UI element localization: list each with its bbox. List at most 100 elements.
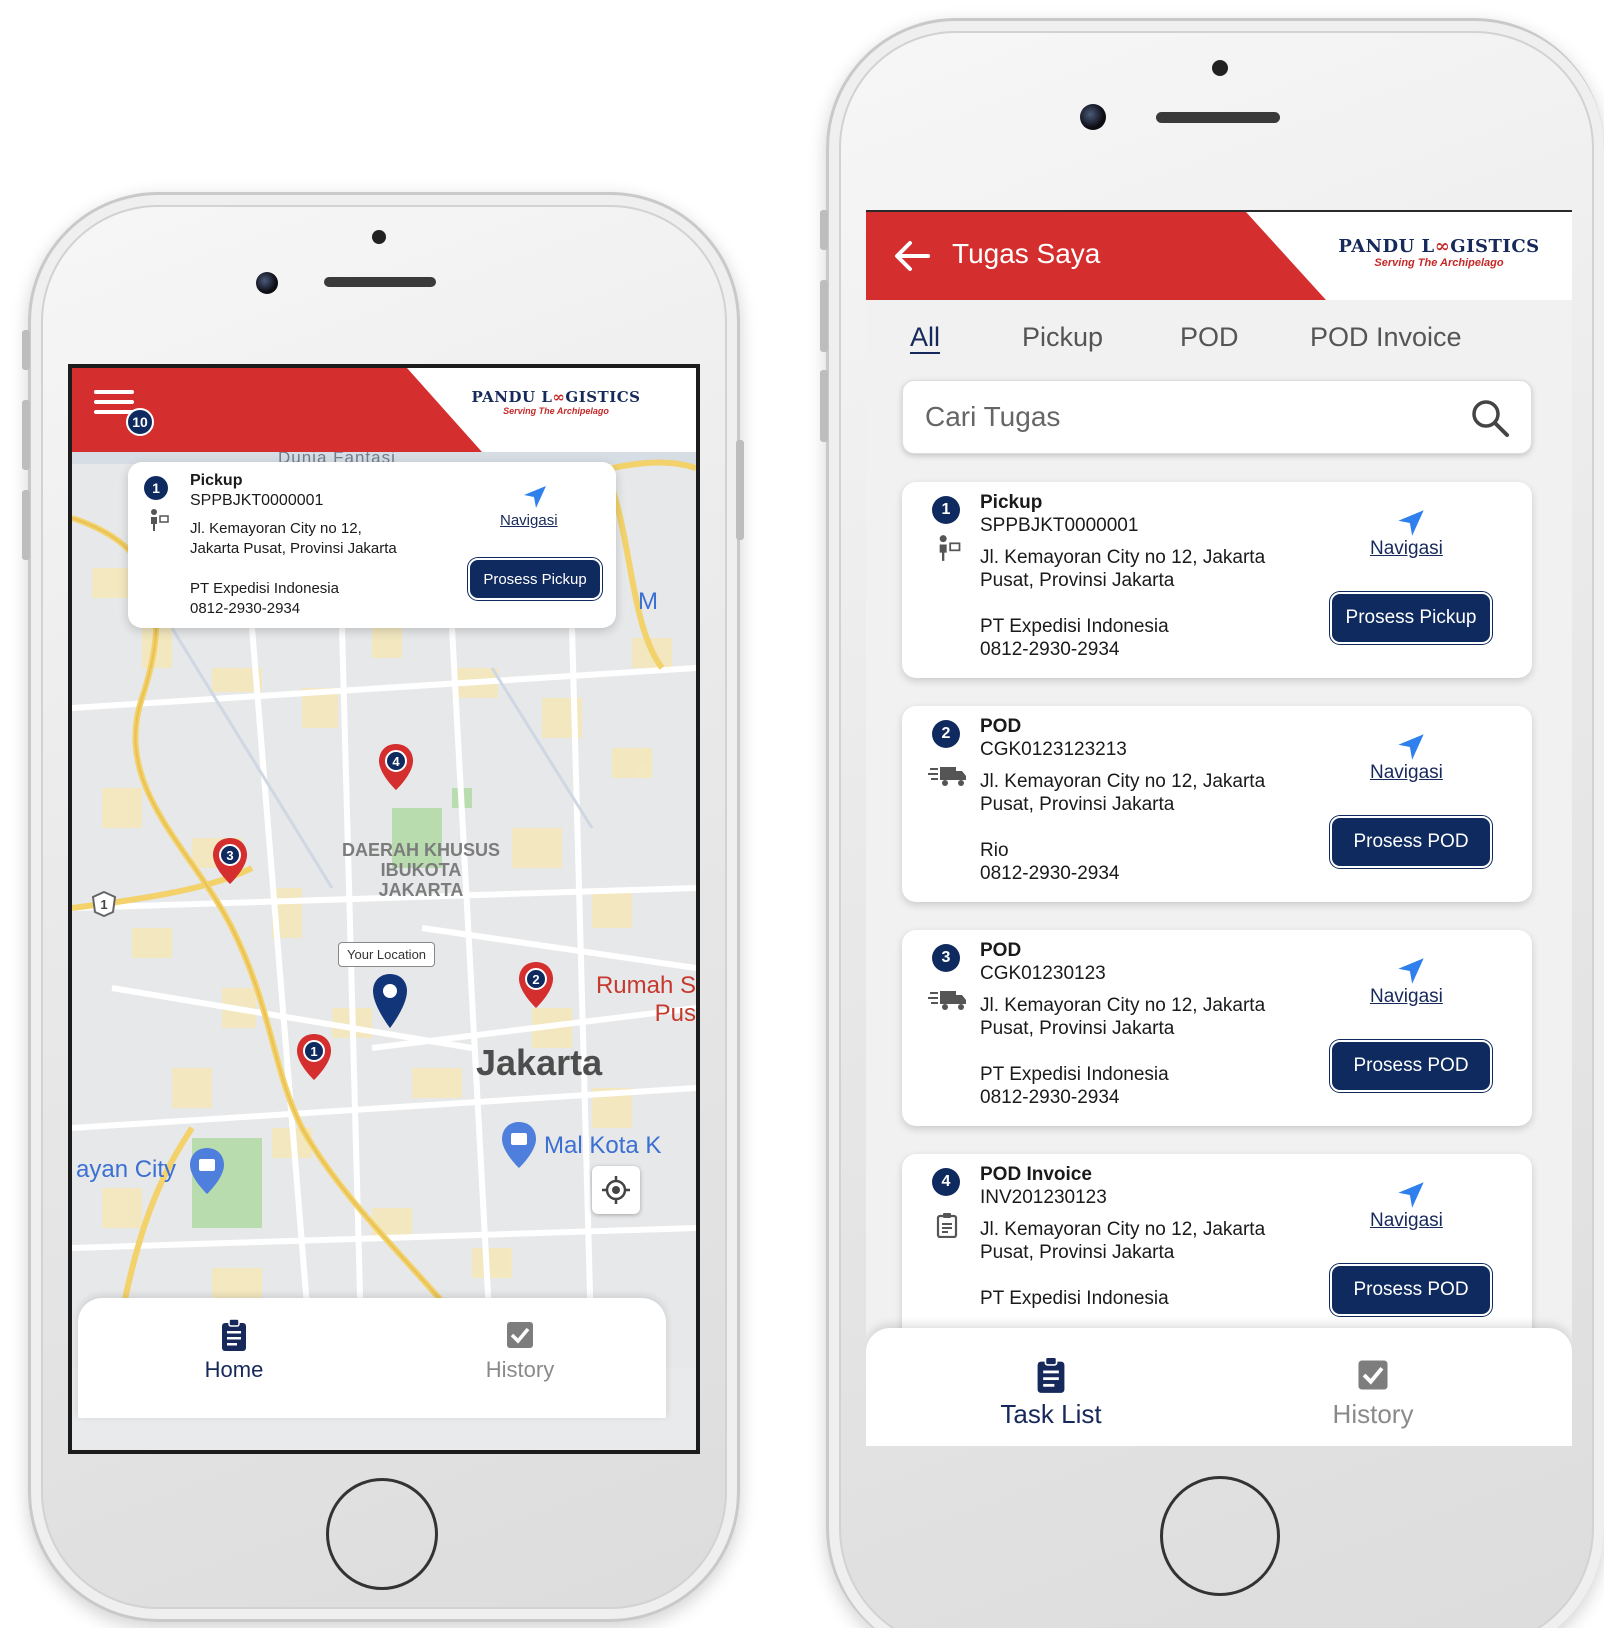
task-contact: PT Expedisi Indonesia — [980, 616, 1169, 637]
task-contact: PT Expedisi Indonesia — [980, 1288, 1169, 1309]
navigasi-link[interactable]: Navigasi — [500, 512, 558, 529]
navigation-arrow-icon[interactable] — [522, 484, 548, 510]
phone-camera — [1080, 104, 1106, 130]
pin-number: 1 — [310, 1044, 317, 1059]
my-location-button[interactable] — [592, 1166, 640, 1214]
navigasi-link[interactable]: Navigasi — [1370, 762, 1443, 784]
task-address-line: Jakarta Pusat, Provinsi Jakarta — [190, 540, 397, 557]
navigation-arrow-icon[interactable] — [1396, 732, 1426, 762]
invoice-clipboard-icon — [936, 1213, 958, 1238]
map-region-line: JAKARTA — [378, 880, 464, 900]
task-code: CGK0123123213 — [980, 739, 1127, 760]
phone-side-button — [22, 400, 30, 470]
map-poi-hospital: Rumah S Pus — [566, 972, 696, 1028]
task-number-badge: 1 — [144, 476, 168, 500]
navigasi-link[interactable]: Navigasi — [1370, 1210, 1443, 1232]
phone-sensor-dot — [372, 230, 386, 244]
phone-side-button — [736, 440, 744, 540]
logo-tagline: Serving The Archipelago — [1374, 257, 1504, 269]
task-number-badge: 3 — [932, 944, 960, 972]
menu-bar — [94, 390, 134, 394]
prosess-pod-button[interactable]: Prosess POD — [1330, 816, 1492, 868]
task-card[interactable]: 3 POD CGK01230123 Jl. Kemayoran City no … — [902, 930, 1532, 1126]
checkbox-icon — [507, 1322, 533, 1348]
nav-history[interactable]: History — [460, 1318, 580, 1383]
prosess-pod-button[interactable]: Prosess POD — [1330, 1040, 1492, 1092]
phone-speaker — [324, 277, 436, 287]
home-map-screen: Dunia Fantasi DAERAH KHUSUS IBUKOTA JAKA… — [68, 364, 700, 1454]
your-location-label: Your Location — [338, 942, 436, 967]
task-address-line: Jl. Kemayoran City no 12, Jakarta — [980, 1219, 1266, 1240]
logo-brand-part: PANDU L — [1338, 236, 1435, 257]
task-type: POD — [980, 716, 1022, 737]
task-address-line: Jl. Kemayoran City no 12, Jakarta — [980, 995, 1266, 1016]
logo-brand-part: PANDU L — [471, 388, 553, 406]
nav-history-label: History — [1332, 1399, 1414, 1429]
task-filter-tabs: All Pickup POD POD Invoice — [866, 322, 1572, 368]
delivery-truck-icon — [928, 767, 966, 786]
task-address-line: Pusat, Provinsi Jakarta — [980, 1018, 1175, 1039]
task-contact: PT Expedisi Indonesia — [980, 1064, 1169, 1085]
task-contact: Rio — [980, 840, 1009, 861]
navigasi-link[interactable]: Navigasi — [1370, 986, 1443, 1008]
task-address-line: Pusat, Provinsi Jakarta — [980, 1242, 1175, 1263]
tab-pod[interactable]: POD — [1180, 322, 1239, 353]
task-card[interactable]: 2 POD CGK0123123213 Jl. Kemayoran City n… — [902, 706, 1532, 902]
clipboard-icon — [1037, 1356, 1065, 1393]
task-type: Pickup — [190, 472, 243, 489]
mall-marker-icon[interactable] — [500, 1120, 538, 1175]
prosess-pod-button[interactable]: Prosess POD — [1330, 1264, 1492, 1316]
task-pin-1[interactable]: 1 — [294, 1032, 334, 1087]
phone-side-button — [22, 330, 30, 370]
task-address-line: Jl. Kemayoran City no 12, Jakarta — [980, 547, 1266, 568]
phone-home-button[interactable] — [1160, 1476, 1280, 1596]
map-region-line: IBUKOTA — [380, 860, 462, 880]
tab-pod-invoice[interactable]: POD Invoice — [1310, 322, 1462, 353]
navigasi-link[interactable]: Navigasi — [1370, 538, 1443, 560]
pickup-person-icon — [939, 535, 961, 561]
city-marker-icon[interactable] — [188, 1146, 226, 1201]
road-shield-icon: 1 — [90, 890, 118, 923]
map-poi-mall: Mal Kota K — [544, 1132, 662, 1159]
task-address-line: Pusat, Provinsi Jakarta — [980, 570, 1175, 591]
current-location-pin-icon[interactable] — [370, 972, 410, 1035]
task-pin-4[interactable]: 4 — [376, 742, 416, 797]
map-poi-text: Pus — [654, 1000, 696, 1027]
task-pin-3[interactable]: 3 — [210, 836, 250, 891]
home-top-bar: 10 PANDU L∞GISTICS Serving The Archipela… — [72, 368, 696, 452]
nav-home-label: Home — [204, 1357, 264, 1382]
nav-home[interactable]: Home — [174, 1318, 294, 1383]
task-pin-2[interactable]: 2 — [516, 960, 556, 1015]
prosess-pickup-button[interactable]: Prosess Pickup — [1330, 592, 1492, 644]
task-popup-card[interactable]: 1 Pickup SPPBJKT0000001 Jl. Kemayoran Ci… — [128, 462, 616, 628]
task-card[interactable]: 4 POD Invoice INV201230123 Jl. Kemayoran… — [902, 1154, 1532, 1350]
nav-history[interactable]: History — [1308, 1356, 1438, 1430]
nav-task-list[interactable]: Task List — [976, 1356, 1126, 1430]
phone-speaker — [1156, 112, 1280, 123]
pandu-logistics-logo: PANDU L∞GISTICS Serving The Archipelago — [1336, 236, 1542, 269]
phone-side-button — [820, 210, 828, 250]
tab-all[interactable]: All — [910, 322, 940, 353]
task-address-line: Jl. Kemayoran City no 12, — [190, 520, 362, 537]
menu-bar — [94, 400, 134, 404]
search-icon[interactable] — [1469, 397, 1511, 439]
navigation-arrow-icon[interactable] — [1396, 956, 1426, 986]
task-type: POD — [980, 940, 1022, 961]
pin-number: 4 — [392, 754, 400, 769]
search-input[interactable] — [925, 397, 1445, 437]
map-region-label: DAERAH KHUSUS IBUKOTA JAKARTA — [336, 840, 506, 900]
phone-home-button[interactable] — [326, 1478, 438, 1590]
map-poi-text: Rumah S — [595, 972, 696, 999]
navigation-arrow-icon[interactable] — [1396, 508, 1426, 538]
phone-side-button — [820, 280, 828, 352]
task-card[interactable]: 1 Pickup SPPBJKT0000001 Jl. Kemayoran Ci… — [902, 482, 1532, 678]
tab-pickup[interactable]: Pickup — [1022, 322, 1103, 353]
back-arrow-icon[interactable] — [892, 236, 932, 276]
search-bar — [902, 380, 1532, 454]
prosess-pickup-button[interactable]: Prosess Pickup — [468, 558, 602, 600]
task-code: CGK01230123 — [980, 963, 1106, 984]
logo-brand-part: GISTICS — [1450, 236, 1540, 257]
task-phone: 0812-2930-2934 — [190, 600, 301, 617]
bottom-navigation: Home History — [78, 1298, 666, 1418]
navigation-arrow-icon[interactable] — [1396, 1180, 1426, 1210]
